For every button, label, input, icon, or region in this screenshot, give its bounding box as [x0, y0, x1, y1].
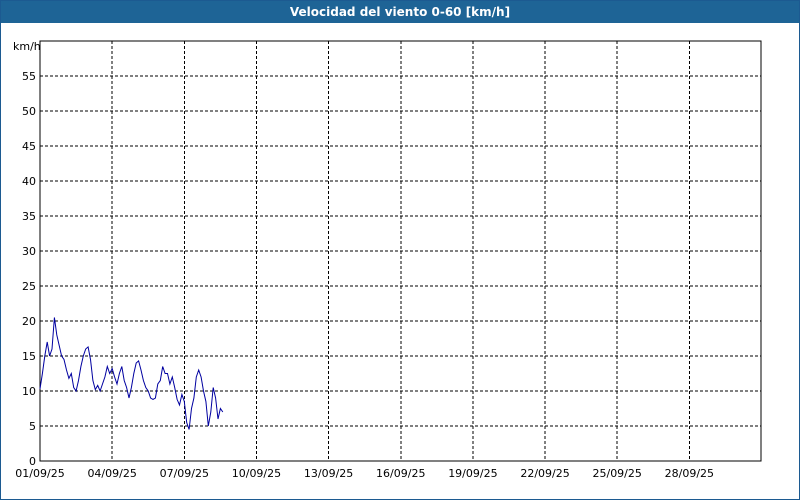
x-tick-label: 25/09/25	[592, 467, 641, 480]
y-tick-label: 5	[29, 420, 36, 433]
y-tick-label: 45	[22, 140, 36, 153]
x-tick-label: 10/09/25	[232, 467, 281, 480]
wind-speed-chart: 051015202530354045505501/09/25 04/09/25 07…	[13, 40, 762, 480]
x-tick-label: 28/09/25	[665, 467, 714, 480]
y-axis-label: km/h	[13, 40, 41, 53]
y-tick-label: 20	[22, 315, 36, 328]
x-tick-label: 04/09/25	[87, 467, 136, 480]
x-tick-label: 07/09/25	[160, 467, 209, 480]
x-tick-label: 13/09/25	[304, 467, 353, 480]
chart-window: Velocidad del viento 0-60 [km/h] 0 5 10 15 2…	[0, 0, 800, 500]
y-tick-label: 10	[22, 385, 36, 398]
y-tick-label: 15	[22, 350, 36, 363]
y-tick-label: 55	[22, 70, 36, 83]
wind-speed-series-line	[39, 317, 224, 430]
x-tick-label: 01/09/25	[15, 467, 64, 480]
y-tick-label: 35	[22, 210, 36, 223]
x-tick-label: 19/09/25	[448, 467, 497, 480]
y-tick-label: 25	[22, 280, 36, 293]
x-tick-label: 22/09/25	[520, 467, 569, 480]
y-tick-label: 30	[22, 245, 36, 258]
y-tick-label: 50	[22, 105, 36, 118]
x-tick-label: 16/09/25	[376, 467, 425, 480]
y-tick-label: 40	[22, 175, 36, 188]
